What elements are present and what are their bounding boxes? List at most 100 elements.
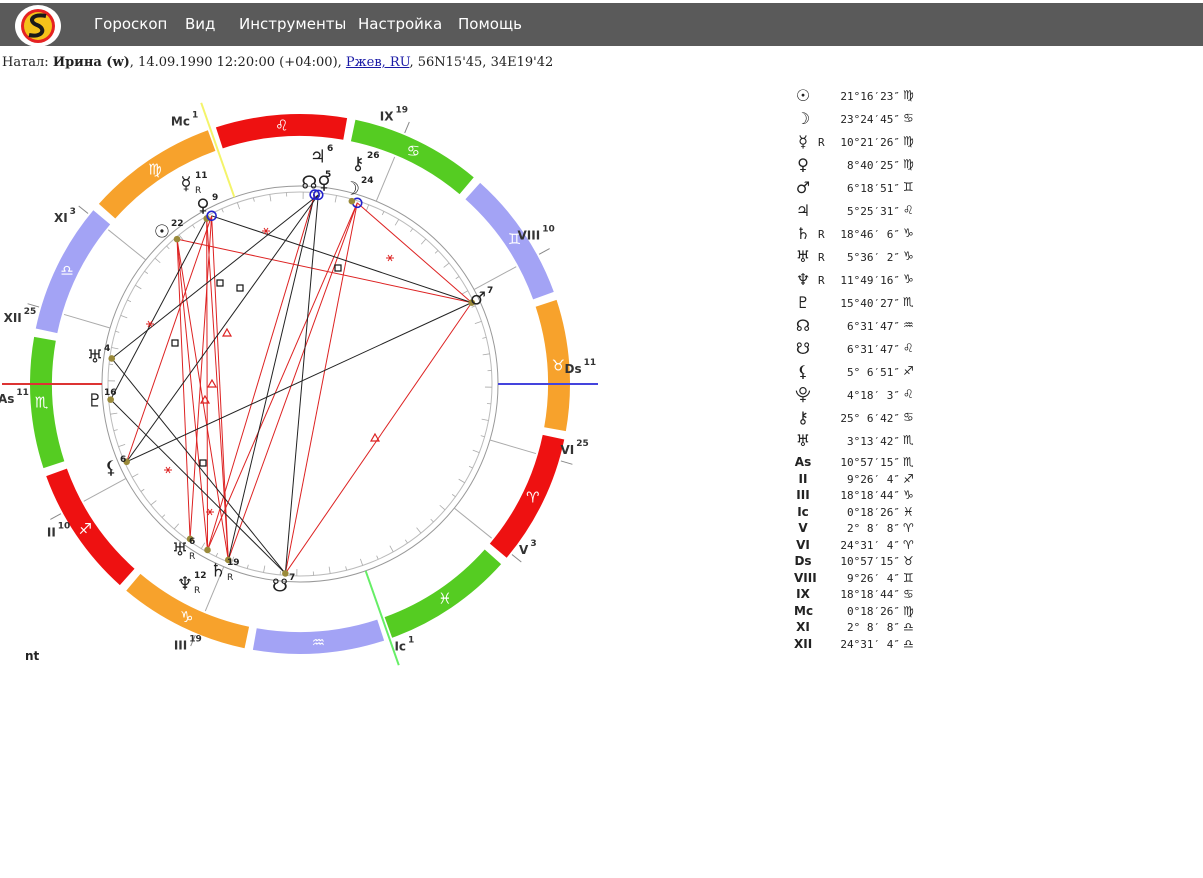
degree-tick bbox=[221, 208, 224, 213]
trine-aspect-icon bbox=[369, 432, 381, 442]
aspect-line bbox=[111, 358, 286, 574]
natal-chart-wheel: ♈♉♊♋♌♍♎♏♐♑♒♓As 11II 10III 19Ic 1V 3VI 25Ds 11VI… bbox=[0, 102, 598, 666]
moon-icon: ☽ bbox=[344, 179, 360, 200]
degree-tick bbox=[236, 202, 240, 210]
degree-value: 3°13′42″ bbox=[847, 435, 900, 448]
zodiac-sign-icon: ♍ bbox=[903, 88, 914, 102]
degree-tick bbox=[404, 539, 408, 544]
aspect-line bbox=[227, 194, 316, 561]
jupiter-glyph: ♃ bbox=[795, 201, 811, 220]
degree-tick bbox=[113, 429, 118, 431]
virgo-sign-icon: ♍ bbox=[148, 160, 161, 178]
zodiac-sign-icon: ♏ bbox=[903, 455, 914, 469]
v-glyph: V bbox=[798, 521, 808, 535]
degree-tick bbox=[200, 542, 206, 549]
zodiac-sign-icon: ♎ bbox=[903, 636, 914, 651]
app-logo-icon[interactable] bbox=[15, 5, 61, 47]
chiron-glyph: ⚷ bbox=[797, 408, 809, 427]
degree-value: 6°18′51″ bbox=[847, 182, 900, 195]
leo-sign-icon: ♌ bbox=[275, 117, 288, 135]
venus-degree: 9 bbox=[212, 193, 218, 203]
degree-value: 2° 8′ 8″ bbox=[847, 522, 900, 535]
degree-tick bbox=[150, 500, 157, 506]
taurus-sign-icon: ♉ bbox=[552, 357, 565, 375]
degree-tick bbox=[394, 219, 400, 226]
square-aspect-icon bbox=[171, 339, 179, 347]
degree-tick bbox=[376, 555, 379, 560]
uranus-degree: 6 bbox=[189, 537, 195, 547]
degree-value: 24°31′ 4″ bbox=[840, 637, 900, 651]
retrograde-mark: R bbox=[818, 251, 825, 264]
sextile-aspect-icon bbox=[386, 254, 394, 262]
house-cusp-tick bbox=[538, 248, 550, 255]
ix-glyph: IX bbox=[796, 587, 810, 601]
chiron-degree: 26 bbox=[367, 151, 380, 161]
natal-prefix: Натал: bbox=[2, 55, 49, 70]
degree-value: 25° 6′42″ bbox=[840, 412, 900, 425]
capricorn-sign-icon: ♑ bbox=[180, 608, 193, 626]
zodiac-sign-icon: ♋ bbox=[903, 410, 914, 424]
zodiac-sign-icon: ♌ bbox=[903, 203, 914, 217]
degree-value: 0°18′26″ bbox=[847, 604, 900, 618]
zodiac-sign-icon: ♋ bbox=[903, 111, 914, 125]
degree-value: 6°31′47″ bbox=[847, 343, 900, 356]
aspect-line bbox=[284, 202, 358, 574]
planet-point-uranusB bbox=[108, 355, 116, 362]
degree-tick bbox=[269, 194, 272, 202]
natal-place-link[interactable]: Ржев, RU bbox=[346, 55, 410, 70]
degree-tick bbox=[253, 197, 255, 202]
degree-tick bbox=[140, 488, 145, 492]
xi-glyph: XI bbox=[796, 620, 810, 634]
retrograde-mark: R bbox=[818, 228, 825, 241]
menu-view[interactable]: Вид bbox=[185, 15, 215, 33]
zodiac-sign-icon: ♒ bbox=[903, 318, 914, 332]
degree-value: 5°25′31″ bbox=[847, 205, 900, 218]
mercury-icon: ☿ bbox=[180, 174, 191, 195]
degree-value: 5°36′ 2″ bbox=[847, 251, 900, 264]
zodiac-sign-icon: ♍ bbox=[903, 603, 914, 618]
viii-glyph: VIII bbox=[794, 570, 817, 585]
degree-tick bbox=[334, 195, 337, 203]
degree-value: 11°49′16″ bbox=[840, 274, 900, 287]
house-cusp-line bbox=[489, 439, 537, 455]
menu-help[interactable]: Помощь bbox=[458, 15, 522, 33]
uranus-house-degree: 4 bbox=[104, 344, 110, 354]
natal-datetime: , 14.09.1990 12:20:00 (+04:00), bbox=[129, 55, 346, 70]
menu-tools[interactable]: Инструменты bbox=[239, 15, 346, 33]
menu-horoscope[interactable]: Гороскоп bbox=[94, 15, 167, 33]
house-cusp-line bbox=[107, 229, 147, 261]
house-cusp-tick bbox=[404, 121, 410, 134]
planet-point-sun bbox=[173, 235, 181, 243]
retrograde-mark: R bbox=[818, 136, 825, 149]
square-aspect-icon bbox=[199, 459, 207, 467]
zodiac-sign-icon: ♉ bbox=[903, 554, 914, 568]
trine-aspect-icon bbox=[221, 327, 233, 337]
zodiac-sign-icon: ♍ bbox=[903, 134, 914, 148]
house-label-v: V bbox=[519, 543, 529, 557]
house-label-degree: 10 bbox=[542, 225, 555, 235]
degree-tick bbox=[468, 465, 473, 469]
degree-tick bbox=[161, 514, 166, 518]
house-label-ix: IX bbox=[380, 110, 394, 124]
square-aspect-icon bbox=[236, 284, 244, 292]
natal-name: Ирина (w) bbox=[52, 55, 130, 70]
house-label-vi: VI bbox=[560, 443, 574, 457]
degree-tick bbox=[111, 347, 119, 350]
neptune-retro-mark: R bbox=[194, 586, 200, 596]
zodiac-sign-icon: ♑ bbox=[903, 488, 914, 502]
zodiac-sign-icon: ♍ bbox=[903, 157, 914, 171]
zodiac-sign-icon: ♊ bbox=[903, 570, 914, 585]
aspect-line bbox=[206, 218, 209, 550]
house-label-mc: Mc bbox=[171, 114, 190, 128]
node-group-degree: 5 bbox=[325, 170, 331, 180]
zodiac-sign-icon: ♑ bbox=[903, 249, 914, 263]
house-label-as: As bbox=[0, 392, 14, 406]
neptune-degree: 12 bbox=[194, 571, 207, 581]
inner-circle-inner bbox=[107, 191, 493, 577]
house-label-degree: 10 bbox=[58, 521, 71, 531]
degree-tick bbox=[389, 545, 394, 553]
zodiac-sign-icon: ♑ bbox=[903, 226, 914, 240]
house-label-degree: 19 bbox=[395, 106, 408, 116]
menu-settings[interactable]: Настройка bbox=[358, 15, 442, 33]
degree-tick bbox=[434, 250, 439, 254]
